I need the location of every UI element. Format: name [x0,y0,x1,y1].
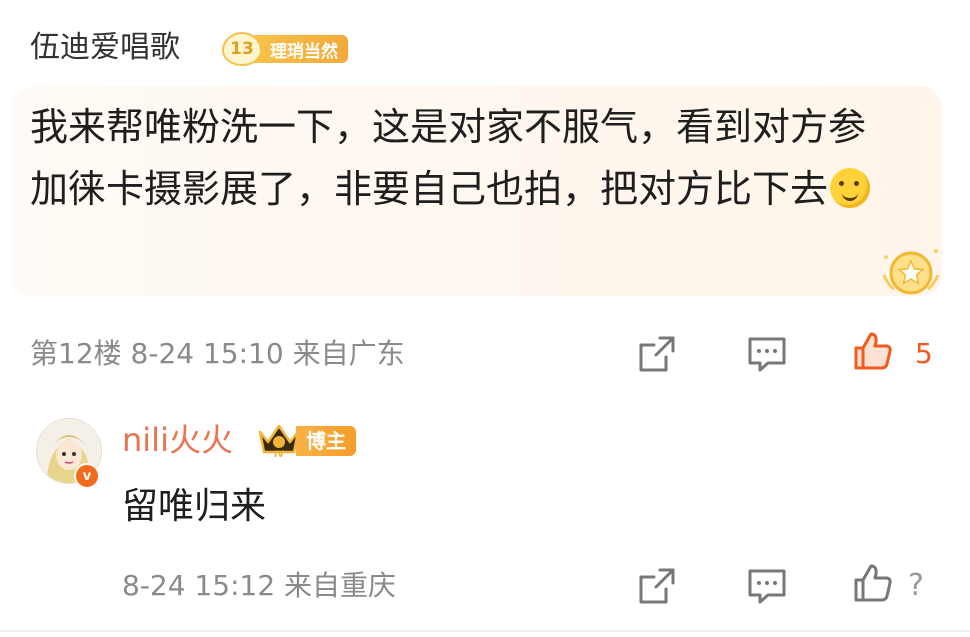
blogger-badge: 博主 [296,426,356,456]
like-count: 5 [915,337,933,370]
floor-number: 第12楼 [30,337,122,370]
share-icon[interactable] [636,565,678,607]
fan-badge[interactable]: 13 理琑当然 [222,32,348,66]
top-comment-text: 我来帮唯粉洗一下，这是对家不服气，看到对方参加徕卡摄影展了，非要自己也拍，把对方… [30,105,867,211]
vip-level: IV [274,450,284,460]
like-icon[interactable] [852,330,894,372]
like-icon[interactable] [852,562,894,604]
medal-icon [882,249,940,295]
reply-trailing-mark: ? [908,568,924,603]
top-comment-username[interactable]: 伍迪爱唱歌 [30,28,180,68]
top-comment-body: 我来帮唯粉洗一下，这是对家不服气，看到对方参加徕卡摄影展了，非要自己也拍，把对方… [30,96,890,220]
reply-text: 留唯归来 [122,486,267,527]
thinking-emoji-icon [830,168,871,208]
comment-icon[interactable] [746,565,788,607]
verified-badge: v [74,463,100,489]
share-icon[interactable] [636,333,678,375]
reply-location: 来自重庆 [284,569,397,602]
comment-location: 来自广东 [292,337,405,370]
top-comment-meta: 第12楼 8-24 15:10 来自广东 [30,334,405,374]
divider [0,630,970,632]
comment-datetime: 8-24 15:10 [130,337,284,370]
fan-badge-name: 理琑当然 [254,35,348,63]
reply-username[interactable]: nili火火 [122,420,233,460]
fan-level-badge: 13 [222,32,262,66]
comment-icon[interactable] [746,333,788,375]
reply-meta: 8-24 15:12 来自重庆 [122,566,396,606]
reply-datetime: 8-24 15:12 [122,569,276,602]
